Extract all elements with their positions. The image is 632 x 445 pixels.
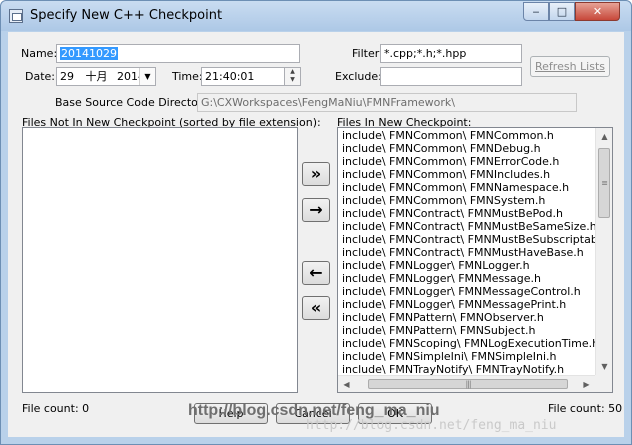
remove-selected-button[interactable]: ← [302, 261, 330, 285]
time-input[interactable]: 21:40:01 [201, 67, 285, 86]
time-spinner[interactable]: ▲ ▼ [284, 67, 301, 86]
list-item[interactable]: include\ FMNCommon\ FMNCommon.h [339, 129, 595, 142]
horizontal-scrollbar[interactable]: ◀ ||| ▶ [338, 375, 595, 392]
list-item[interactable]: include\ FMNCommon\ FMNDebug.h [339, 142, 595, 155]
scroll-left-arrow-icon[interactable]: ◀ [338, 376, 355, 392]
list-item[interactable]: include\ FMNLogger\ FMNMessageControl.h [339, 285, 595, 298]
scroll-down-arrow-icon[interactable]: ▼ [596, 358, 612, 375]
vertical-scrollbar[interactable]: ▲ ≡ ▼ [595, 128, 612, 375]
list-item[interactable]: include\ FMNCommon\ FMNSystem.h [339, 194, 595, 207]
title-bar[interactable]: Specify New C++ Checkpoint ‒ □ ✕ [1, 1, 631, 31]
filter-label: Filter: [352, 47, 383, 60]
minimize-button[interactable]: ‒ [523, 2, 549, 21]
close-button[interactable]: ✕ [575, 2, 620, 21]
time-label: Time: [172, 70, 203, 83]
scroll-up-arrow-icon[interactable]: ▲ [596, 128, 612, 145]
grip-icon: ≡ [601, 178, 608, 188]
scrollbar-corner [595, 375, 612, 392]
list-item[interactable]: include\ FMNSimpleIni\ FMNSimpleIni.h [339, 350, 595, 363]
add-all-button[interactable]: » [302, 162, 330, 186]
spin-up-arrow-icon[interactable]: ▲ [285, 68, 300, 76]
vertical-scroll-thumb[interactable]: ≡ [598, 148, 610, 218]
dialog-window: Specify New C++ Checkpoint ‒ □ ✕ Name: 2… [0, 0, 632, 445]
list-item[interactable]: include\ FMNTrayNotify\ FMNTrayNotify.h [339, 363, 595, 375]
list-item[interactable]: include\ FMNLogger\ FMNMessage.h [339, 272, 595, 285]
date-day: 29 [60, 70, 74, 83]
files-in-checkpoint-list[interactable]: include\ FMNCommon\ FMNCommon.h include\ … [337, 127, 613, 393]
watermark-faint-text: http://blog.csdn.net/feng_ma_niu [306, 418, 557, 433]
add-selected-button[interactable]: → [302, 198, 330, 222]
exclude-input[interactable] [380, 67, 522, 86]
date-month: 十月 [85, 70, 108, 83]
list-item[interactable]: include\ FMNContract\ FMNMustHaveBase.h [339, 246, 595, 259]
date-label: Date: [25, 70, 55, 83]
left-file-count: File count: 0 [22, 402, 90, 415]
window-title: Specify New C++ Checkpoint [30, 8, 223, 23]
list-item[interactable]: include\ FMNCommon\ FMNIncludes.h [339, 168, 595, 181]
spin-down-arrow-icon[interactable]: ▼ [285, 76, 300, 84]
dialog-client-area: Name: 20141029 Filter: *.cpp;*.h;*.hpp R… [8, 32, 624, 437]
date-dropdown-chevron-down-icon[interactable]: ▼ [139, 68, 155, 85]
list-item[interactable]: include\ FMNPattern\ FMNObserver.h [339, 311, 595, 324]
base-directory-label: Base Source Code Directory: [55, 96, 212, 109]
right-file-count: File count: 50 [548, 402, 623, 415]
right-list-items: include\ FMNCommon\ FMNCommon.h include\ … [339, 129, 595, 375]
name-input[interactable]: 20141029 [56, 44, 300, 63]
name-input-value: 20141029 [60, 47, 118, 60]
list-item[interactable]: include\ FMNContract\ FMNMustBeSameSize.… [339, 220, 595, 233]
grip-icon: ||| [465, 379, 471, 389]
list-item[interactable]: include\ FMNContract\ FMNMustBePod.h [339, 207, 595, 220]
remove-all-button[interactable]: « [302, 296, 330, 320]
name-label: Name: [21, 47, 58, 60]
maximize-button[interactable]: □ [549, 2, 575, 21]
list-item[interactable]: include\ FMNScoping\ FMNLogExecutionTime… [339, 337, 595, 350]
list-item[interactable]: include\ FMNContract\ FMNMustBeSubscript… [339, 233, 595, 246]
exclude-label: Exclude: [335, 70, 382, 83]
list-item[interactable]: include\ FMNCommon\ FMNErrorCode.h [339, 155, 595, 168]
list-item[interactable]: include\ FMNLogger\ FMNMessagePrint.h [339, 298, 595, 311]
filter-input[interactable]: *.cpp;*.h;*.hpp [380, 44, 522, 63]
list-item[interactable]: include\ FMNLogger\ FMNLogger.h [339, 259, 595, 272]
app-window-icon [9, 9, 23, 23]
refresh-lists-button[interactable]: Refresh Lists [530, 56, 610, 77]
list-item[interactable]: include\ FMNPattern\ FMNSubject.h [339, 324, 595, 337]
horizontal-scroll-thumb[interactable]: ||| [368, 379, 568, 389]
scroll-right-arrow-icon[interactable]: ▶ [578, 376, 595, 392]
files-not-in-checkpoint-list[interactable] [22, 127, 298, 393]
base-directory-field: G:\CXWorkspaces\FengMaNiu\FMNFramework\ [197, 93, 577, 112]
list-item[interactable]: include\ FMNCommon\ FMNNamespace.h [339, 181, 595, 194]
